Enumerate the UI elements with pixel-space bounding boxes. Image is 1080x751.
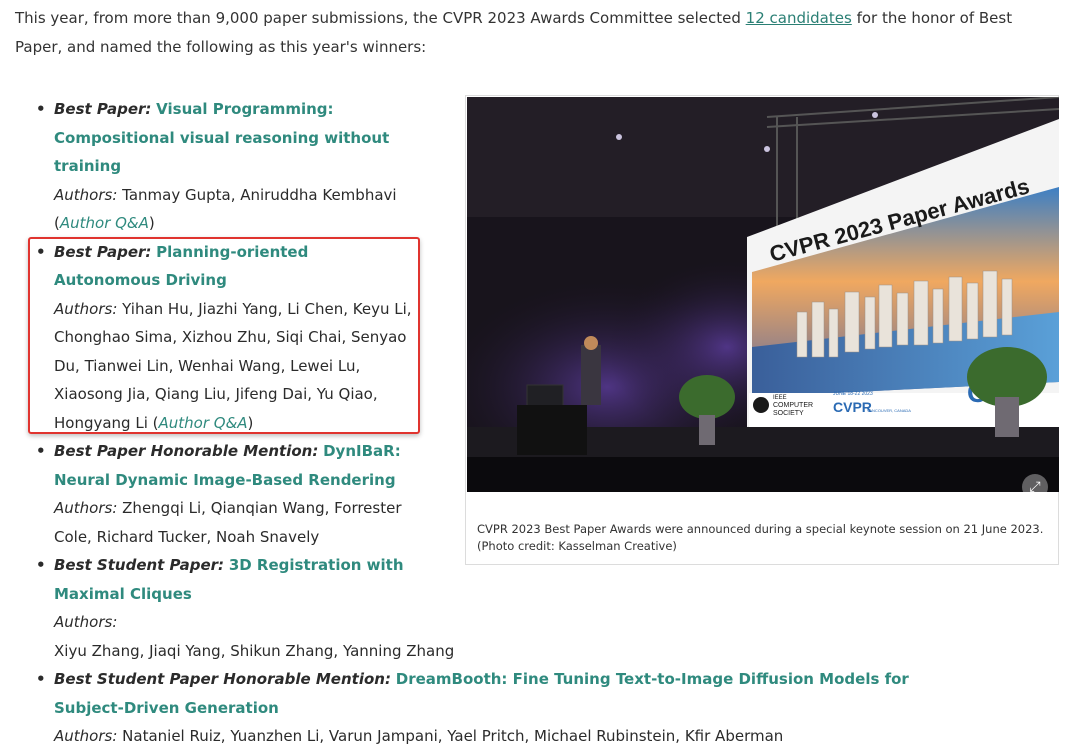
award-kind: Best Student Paper:	[54, 556, 225, 574]
authors-list: Tanmay Gupta, Aniruddha Kembhavi	[122, 185, 397, 204]
authors-label: Authors:	[54, 727, 118, 745]
bullet: •	[36, 442, 46, 460]
authors-label: Authors:	[54, 185, 118, 204]
author-qa-link[interactable]: Author Q&A	[60, 214, 149, 232]
candidates-link[interactable]: 12 candidates	[746, 9, 852, 27]
bullet: •	[36, 100, 46, 118]
award-kind: Best Student Paper Honorable Mention:	[54, 670, 391, 688]
bullet: •	[36, 670, 46, 688]
highlight-box	[28, 237, 420, 434]
authors-list: Nataniel Ruiz, Yuanzhen Li, Varun Jampan…	[122, 727, 784, 745]
award-item: • Best Paper: Visual Programming: Compos…	[36, 95, 416, 238]
expand-icon[interactable]: ⤢	[1022, 474, 1048, 500]
authors-list: Xiyu Zhang, Jiaqi Yang, Shikun Zhang, Ya…	[54, 641, 455, 660]
award-photo-figure: CVPR 2023 Paper Awards IEEE COMPUTER SOC…	[465, 95, 1059, 565]
society-line-1: IEEE	[773, 395, 787, 401]
authors-label: Authors:	[54, 613, 118, 631]
award-kind: Best Paper Honorable Mention:	[54, 442, 319, 460]
authors-label: Authors:	[54, 499, 118, 517]
award-kind: Best Paper:	[54, 100, 152, 118]
intro-text-before: This year, from more than 9,000 paper su…	[15, 9, 746, 27]
intro-paragraph: This year, from more than 9,000 paper su…	[15, 4, 1015, 62]
ieee-logo-icon	[753, 397, 769, 413]
photo-caption: CVPR 2023 Best Paper Awards were announc…	[477, 522, 1044, 553]
society-line-3: SOCIETY	[773, 410, 804, 417]
award-item: • Best Student Paper: 3D Registration wi…	[36, 551, 454, 665]
award-photo[interactable]: CVPR 2023 Paper Awards IEEE COMPUTER SOC…	[467, 97, 1059, 492]
cvpr-date-text: JUNE 18-22 2023	[833, 391, 873, 397]
bullet: •	[36, 556, 46, 574]
cvpr-city-text: VANCOUVER, CANADA	[867, 408, 911, 413]
award-item: • Best Student Paper Honorable Mention: …	[36, 665, 954, 751]
award-item: • Best Paper Honorable Mention: DynIBaR:…	[36, 437, 416, 551]
society-line-2: COMPUTER	[773, 402, 813, 409]
